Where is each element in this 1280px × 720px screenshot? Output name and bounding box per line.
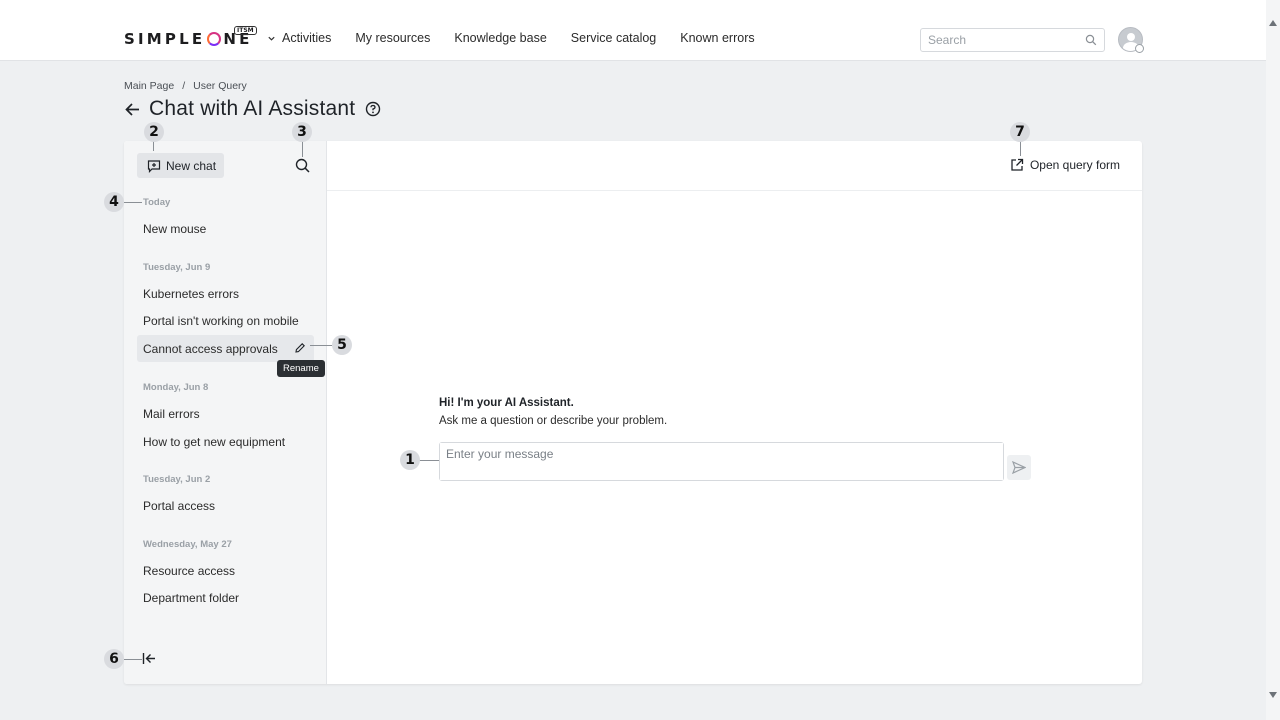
nav-label-my-resources: My resources bbox=[355, 31, 431, 45]
new-chat-icon bbox=[147, 159, 161, 173]
page-title: Chat with AI Assistant bbox=[149, 97, 356, 120]
chat-item-label: New mouse bbox=[143, 221, 207, 236]
chat-item-portal-mobile[interactable]: Portal isn't working on mobile bbox=[137, 307, 314, 334]
chat-item-kubernetes-errors[interactable]: Kubernetes errors bbox=[137, 280, 314, 307]
nav-item-activities[interactable]: Activities bbox=[267, 31, 331, 45]
send-icon bbox=[1012, 461, 1026, 474]
group-label-jun-8: Monday, Jun 8 bbox=[143, 382, 209, 393]
chat-item-label: Cannot access approvals bbox=[143, 341, 278, 356]
group-label-today: Today bbox=[143, 197, 171, 208]
nav-item-my-resources[interactable]: My resources bbox=[355, 31, 430, 45]
nav-label-service-catalog: Service catalog bbox=[570, 31, 657, 45]
group-label-may-27: Wednesday, May 27 bbox=[143, 539, 232, 550]
callout-1: 1 bbox=[400, 450, 420, 470]
chat-item-label: Mail errors bbox=[143, 406, 200, 421]
rename-tooltip: Rename bbox=[277, 360, 325, 377]
chat-item-department-folder[interactable]: Department folder bbox=[137, 584, 314, 611]
message-input[interactable] bbox=[440, 443, 1003, 480]
group-label-jun-9: Tuesday, Jun 9 bbox=[143, 262, 211, 273]
breadcrumb-separator: / bbox=[182, 80, 186, 92]
chat-item-label: Department folder bbox=[143, 590, 240, 605]
chat-sidebar: New chat Today New mouse Tuesday, Jun 9 … bbox=[124, 141, 327, 684]
callout-line-7 bbox=[1020, 140, 1021, 156]
new-chat-label: New chat bbox=[166, 158, 217, 173]
breadcrumb-user-query: User Query bbox=[193, 80, 247, 92]
logo-o-ring bbox=[207, 32, 222, 46]
callout-4: 4 bbox=[104, 192, 124, 212]
nav-label-activities: Activities bbox=[282, 31, 332, 45]
chat-item-portal-access[interactable]: Portal access bbox=[137, 492, 314, 519]
callout-line-5 bbox=[310, 345, 332, 346]
page-title-row: Chat with AI Assistant bbox=[124, 97, 381, 121]
chat-item-label: How to get new equipment bbox=[143, 434, 286, 449]
search-icon[interactable] bbox=[1085, 34, 1097, 46]
nav-item-knowledge-base[interactable]: Knowledge base bbox=[454, 31, 546, 45]
nav-item-service-catalog[interactable]: Service catalog bbox=[571, 31, 656, 45]
page-scrollbar[interactable] bbox=[1266, 0, 1280, 720]
callout-line-4 bbox=[124, 202, 142, 203]
chat-search-icon[interactable] bbox=[295, 158, 310, 173]
chat-card: New chat Today New mouse Tuesday, Jun 9 … bbox=[124, 141, 1142, 684]
chat-item-new-mouse[interactable]: New mouse bbox=[137, 215, 314, 242]
chat-item-mail-errors[interactable]: Mail errors bbox=[137, 400, 314, 427]
open-query-form-label: Open query form bbox=[1029, 158, 1120, 172]
breadcrumb-main-page[interactable]: Main Page bbox=[124, 80, 174, 92]
nav-label-known-errors: Known errors bbox=[680, 31, 755, 45]
chat-item-label: Kubernetes errors bbox=[143, 286, 240, 301]
callout-3: 3 bbox=[292, 122, 312, 142]
collapse-sidebar-icon[interactable] bbox=[142, 652, 156, 665]
greeting-text: Ask me a question or describe your probl… bbox=[439, 415, 668, 427]
send-button[interactable] bbox=[1007, 455, 1031, 480]
status-indicator-icon bbox=[1135, 44, 1144, 53]
external-link-icon bbox=[1011, 158, 1024, 171]
new-chat-button[interactable]: New chat bbox=[137, 153, 224, 178]
scroll-down-icon[interactable] bbox=[1269, 692, 1277, 698]
group-label-jun-2: Tuesday, Jun 2 bbox=[143, 474, 211, 485]
top-navigation-bar: SIMPLE NE ITSM Activities My resources Kn… bbox=[0, 0, 1266, 61]
callout-7: 7 bbox=[1010, 122, 1030, 142]
greeting-title: Hi! I'm your AI Assistant. bbox=[439, 397, 574, 409]
nav-item-known-errors[interactable]: Known errors bbox=[680, 31, 754, 45]
scroll-up-icon[interactable] bbox=[1269, 20, 1277, 26]
nav-label-knowledge-base: Knowledge base bbox=[454, 31, 547, 45]
callout-line-3 bbox=[302, 140, 303, 157]
avatar-head bbox=[1127, 33, 1135, 41]
callout-5: 5 bbox=[332, 335, 352, 355]
global-search bbox=[920, 28, 1105, 52]
callout-line-6 bbox=[124, 659, 142, 660]
message-input-container bbox=[439, 442, 1004, 481]
callout-line-1 bbox=[418, 460, 439, 461]
main-nav: Activities My resources Knowledge base S… bbox=[267, 31, 755, 45]
chat-item-label: Portal isn't working on mobile bbox=[143, 313, 299, 328]
chat-item-cannot-access-approvals[interactable]: Cannot access approvals bbox=[137, 335, 314, 362]
chevron-down-icon bbox=[268, 36, 275, 41]
breadcrumb: Main Page / User Query bbox=[124, 80, 247, 92]
callout-2: 2 bbox=[144, 122, 164, 142]
chat-item-label: Portal access bbox=[143, 498, 216, 513]
chat-item-new-equipment[interactable]: How to get new equipment bbox=[137, 428, 314, 455]
edit-pencil-icon[interactable] bbox=[294, 342, 306, 354]
search-input[interactable] bbox=[928, 29, 1078, 51]
callout-6: 6 bbox=[104, 649, 124, 669]
help-icon[interactable] bbox=[365, 101, 381, 117]
chat-item-resource-access[interactable]: Resource access bbox=[137, 557, 314, 584]
logo-badge: ITSM bbox=[234, 26, 257, 35]
back-arrow-icon[interactable] bbox=[124, 101, 141, 118]
open-query-form-button[interactable]: Open query form bbox=[1010, 158, 1120, 172]
logo-text-part: SIMPLE bbox=[124, 30, 206, 48]
simpleone-logo[interactable]: SIMPLE NE ITSM bbox=[124, 26, 257, 48]
chat-item-label: Resource access bbox=[143, 563, 236, 578]
